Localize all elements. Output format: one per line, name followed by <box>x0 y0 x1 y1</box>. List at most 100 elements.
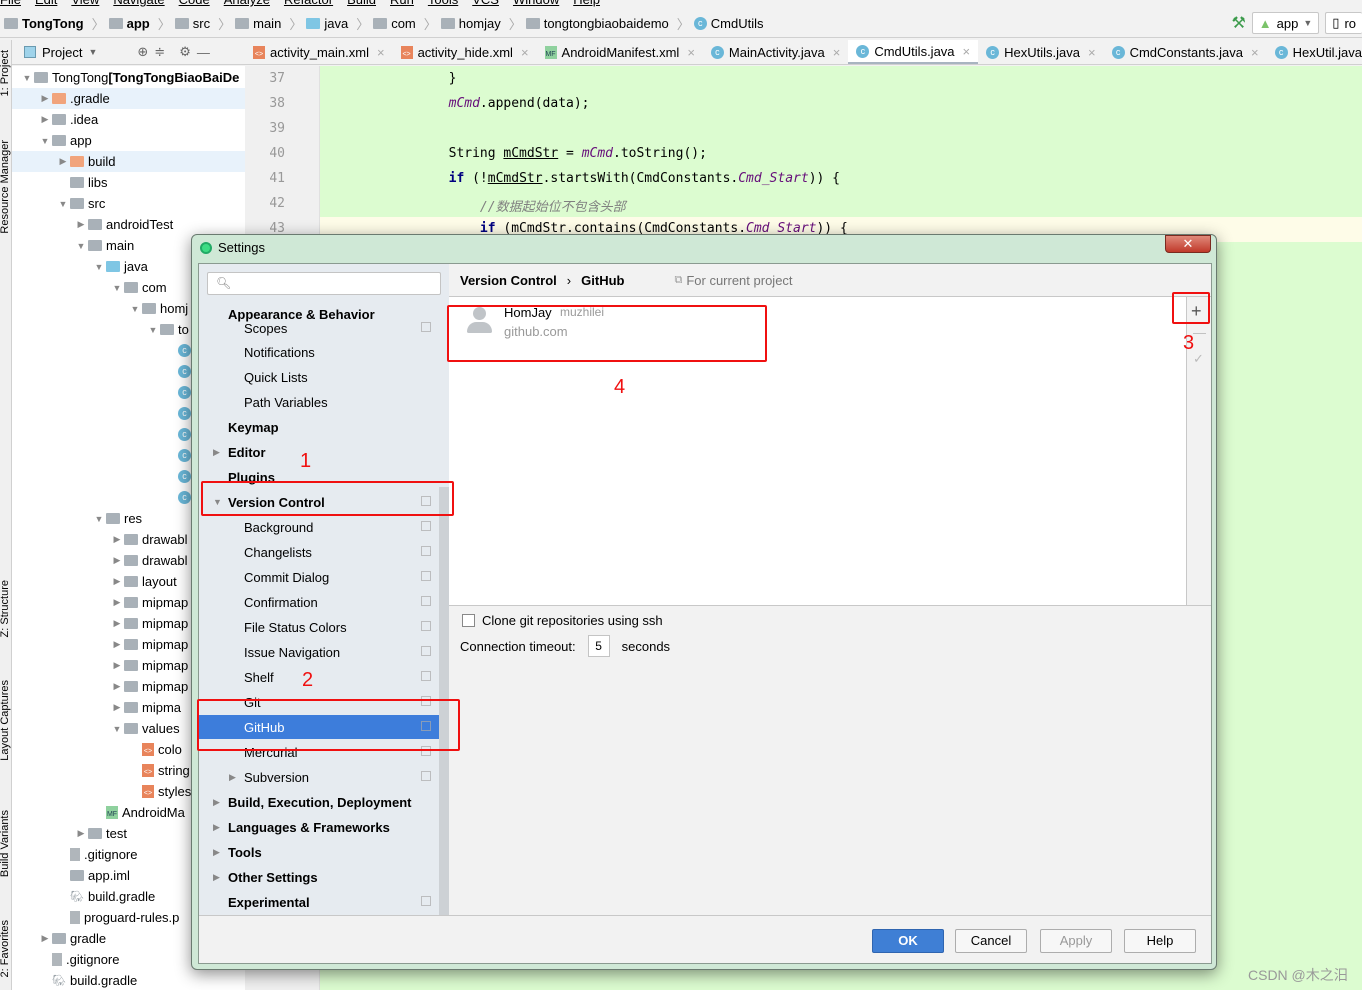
tab-activity_main-xml[interactable]: <> activity_main.xml × <box>245 40 393 64</box>
expand-right-icon[interactable]: ▶ <box>56 156 70 167</box>
hide-icon[interactable]: — <box>197 45 210 60</box>
breadcrumb-item[interactable]: java 〉 <box>306 14 369 33</box>
expand-right-icon[interactable]: ▶ <box>110 618 124 629</box>
settings-item-experimental[interactable]: Experimental <box>199 890 439 914</box>
close-tab-icon[interactable]: × <box>521 45 529 60</box>
expand-right-icon[interactable]: ▶ <box>213 797 220 808</box>
menu-item[interactable]: Edit <box>35 0 57 7</box>
settings-item-confirmation[interactable]: Confirmation <box>199 590 439 614</box>
code-line[interactable]: if (!mCmdStr.startsWith(CmdConstants.Cmd… <box>386 171 840 186</box>
expand-right-icon[interactable]: ▶ <box>213 847 220 858</box>
tree-item[interactable]: ▶ androidTest <box>12 214 245 235</box>
expand-right-icon[interactable]: ▶ <box>38 93 52 104</box>
tab-hexutil-java[interactable]: cHexUtil.java× <box>1267 40 1362 64</box>
ok-button[interactable]: OK <box>872 929 944 953</box>
close-tab-icon[interactable]: × <box>377 45 385 60</box>
expand-down-icon[interactable]: ▼ <box>128 304 142 314</box>
settings-item-other-settings[interactable]: ▶ Other Settings <box>199 865 439 889</box>
menu-item[interactable]: Refactor <box>284 0 333 7</box>
project-view-select[interactable]: Project <box>42 45 82 60</box>
help-button[interactable]: Help <box>1124 929 1196 953</box>
settings-item-build-execution-deployment[interactable]: ▶ Build, Execution, Deployment <box>199 790 439 814</box>
expand-down-icon[interactable]: ▼ <box>20 73 34 83</box>
tab-androidmanifest-xml[interactable]: MF AndroidManifest.xml × <box>537 40 703 64</box>
menu-item[interactable]: Navigate <box>113 0 164 7</box>
expand-right-icon[interactable]: ▶ <box>110 660 124 671</box>
close-tab-icon[interactable]: × <box>1088 45 1096 60</box>
menu-item[interactable]: Code <box>179 0 210 7</box>
breadcrumb-item[interactable]: homjay 〉 <box>440 14 522 33</box>
tree-item[interactable]: ▼ src <box>12 193 245 214</box>
tool-window-0[interactable]: 1: Project <box>0 50 11 96</box>
collapse-all-icon[interactable]: ≑ <box>154 44 165 60</box>
apply-button[interactable]: Apply <box>1040 929 1112 953</box>
clone-ssh-checkbox[interactable] <box>462 614 475 627</box>
tab-cmdutils-java[interactable]: c CmdUtils.java × <box>848 40 979 64</box>
tree-item[interactable]: ▶ .idea <box>12 109 245 130</box>
tree-item[interactable]: libs <box>12 172 245 193</box>
expand-right-icon[interactable]: ▶ <box>110 639 124 650</box>
settings-item-keymap[interactable]: Keymap <box>199 415 439 439</box>
settings-item-issue-navigation[interactable]: Issue Navigation <box>199 640 439 664</box>
menu-item[interactable]: View <box>71 0 99 7</box>
settings-item-shelf[interactable]: Shelf <box>199 665 439 689</box>
settings-item-languages-frameworks[interactable]: ▶ Languages & Frameworks <box>199 815 439 839</box>
timeout-input[interactable]: 5 <box>587 635 610 657</box>
cancel-button[interactable]: Cancel <box>955 929 1027 953</box>
tree-item[interactable]: 🐘︎ build.gradle <box>12 970 245 990</box>
expand-down-icon[interactable]: ▼ <box>110 724 124 734</box>
tab-activity_hide-xml[interactable]: <> activity_hide.xml × <box>393 40 537 64</box>
close-tab-icon[interactable]: × <box>1251 45 1259 60</box>
settings-item-changelists[interactable]: Changelists <box>199 540 439 564</box>
expand-right-icon[interactable]: ▶ <box>74 828 88 839</box>
breadcrumb-item[interactable]: tongtongbiaobaidemo 〉 <box>525 14 690 33</box>
code-line[interactable]: String mCmdStr = mCmd.toString(); <box>386 146 707 161</box>
menu-item[interactable]: File <box>0 0 21 7</box>
tab-cmdconstants-java[interactable]: c CmdConstants.java × <box>1104 40 1267 64</box>
tab-mainactivity-java[interactable]: c MainActivity.java × <box>703 40 848 64</box>
expand-down-icon[interactable]: ▼ <box>92 514 106 524</box>
tool-window-5[interactable]: 2: Favorites <box>0 920 11 977</box>
settings-item-subversion[interactable]: ▶ Subversion <box>199 765 439 789</box>
menu-item[interactable]: Analyze <box>224 0 270 7</box>
settings-search-input[interactable]: 🔍︎ <box>207 272 441 295</box>
tool-window-3[interactable]: Layout Captures <box>0 680 11 761</box>
expand-right-icon[interactable]: ▶ <box>110 597 124 608</box>
code-line[interactable]: } <box>386 71 457 86</box>
breadcrumb-item[interactable]: c CmdUtils <box>693 16 764 31</box>
tool-window-2[interactable]: Z: Structure <box>0 580 11 637</box>
breadcrumb-item[interactable]: main 〉 <box>235 14 302 33</box>
build-hammer-icon[interactable]: ⚒ <box>1231 13 1245 33</box>
expand-right-icon[interactable]: ▶ <box>74 219 88 230</box>
tree-item[interactable]: ▶ .gradle <box>12 88 245 109</box>
settings-item-scopes[interactable]: Scopes <box>199 316 439 340</box>
menu-item[interactable]: Window <box>513 0 559 7</box>
expand-right-icon[interactable]: ▶ <box>213 822 220 833</box>
tree-item[interactable]: ▼ app <box>12 130 245 151</box>
remove-account-button[interactable]: — <box>1193 325 1206 340</box>
breadcrumb-item[interactable]: com 〉 <box>373 14 437 33</box>
menu-item[interactable]: Build <box>347 0 376 7</box>
expand-right-icon[interactable]: ▶ <box>110 681 124 692</box>
settings-item-file-status-colors[interactable]: File Status Colors <box>199 615 439 639</box>
device-select[interactable]: ▯ ro <box>1325 12 1362 34</box>
settings-item-background[interactable]: Background <box>199 515 439 539</box>
code-line[interactable]: //数据起始位不包含头部 <box>386 196 626 215</box>
expand-right-icon[interactable]: ▶ <box>229 772 236 783</box>
expand-down-icon[interactable]: ▼ <box>74 241 88 251</box>
expand-right-icon[interactable]: ▶ <box>38 114 52 125</box>
expand-right-icon[interactable]: ▶ <box>38 933 52 944</box>
expand-right-icon[interactable]: ▶ <box>110 534 124 545</box>
gear-icon[interactable]: ⚙ <box>179 44 191 60</box>
set-default-button[interactable]: ✓ <box>1193 351 1204 367</box>
settings-item-quick-lists[interactable]: Quick Lists <box>199 365 439 389</box>
tool-window-1[interactable]: Resource Manager <box>0 140 11 234</box>
breadcrumb-item[interactable]: TongTong 〉 <box>4 14 105 33</box>
expand-right-icon[interactable]: ▶ <box>110 555 124 566</box>
locate-icon[interactable]: ⊕ <box>137 44 148 60</box>
close-tab-icon[interactable]: × <box>963 44 971 59</box>
breadcrumb-item[interactable]: src 〉 <box>174 14 231 33</box>
expand-right-icon[interactable]: ▶ <box>213 872 220 883</box>
expand-down-icon[interactable]: ▼ <box>110 283 124 293</box>
settings-item-notifications[interactable]: Notifications <box>199 340 439 364</box>
